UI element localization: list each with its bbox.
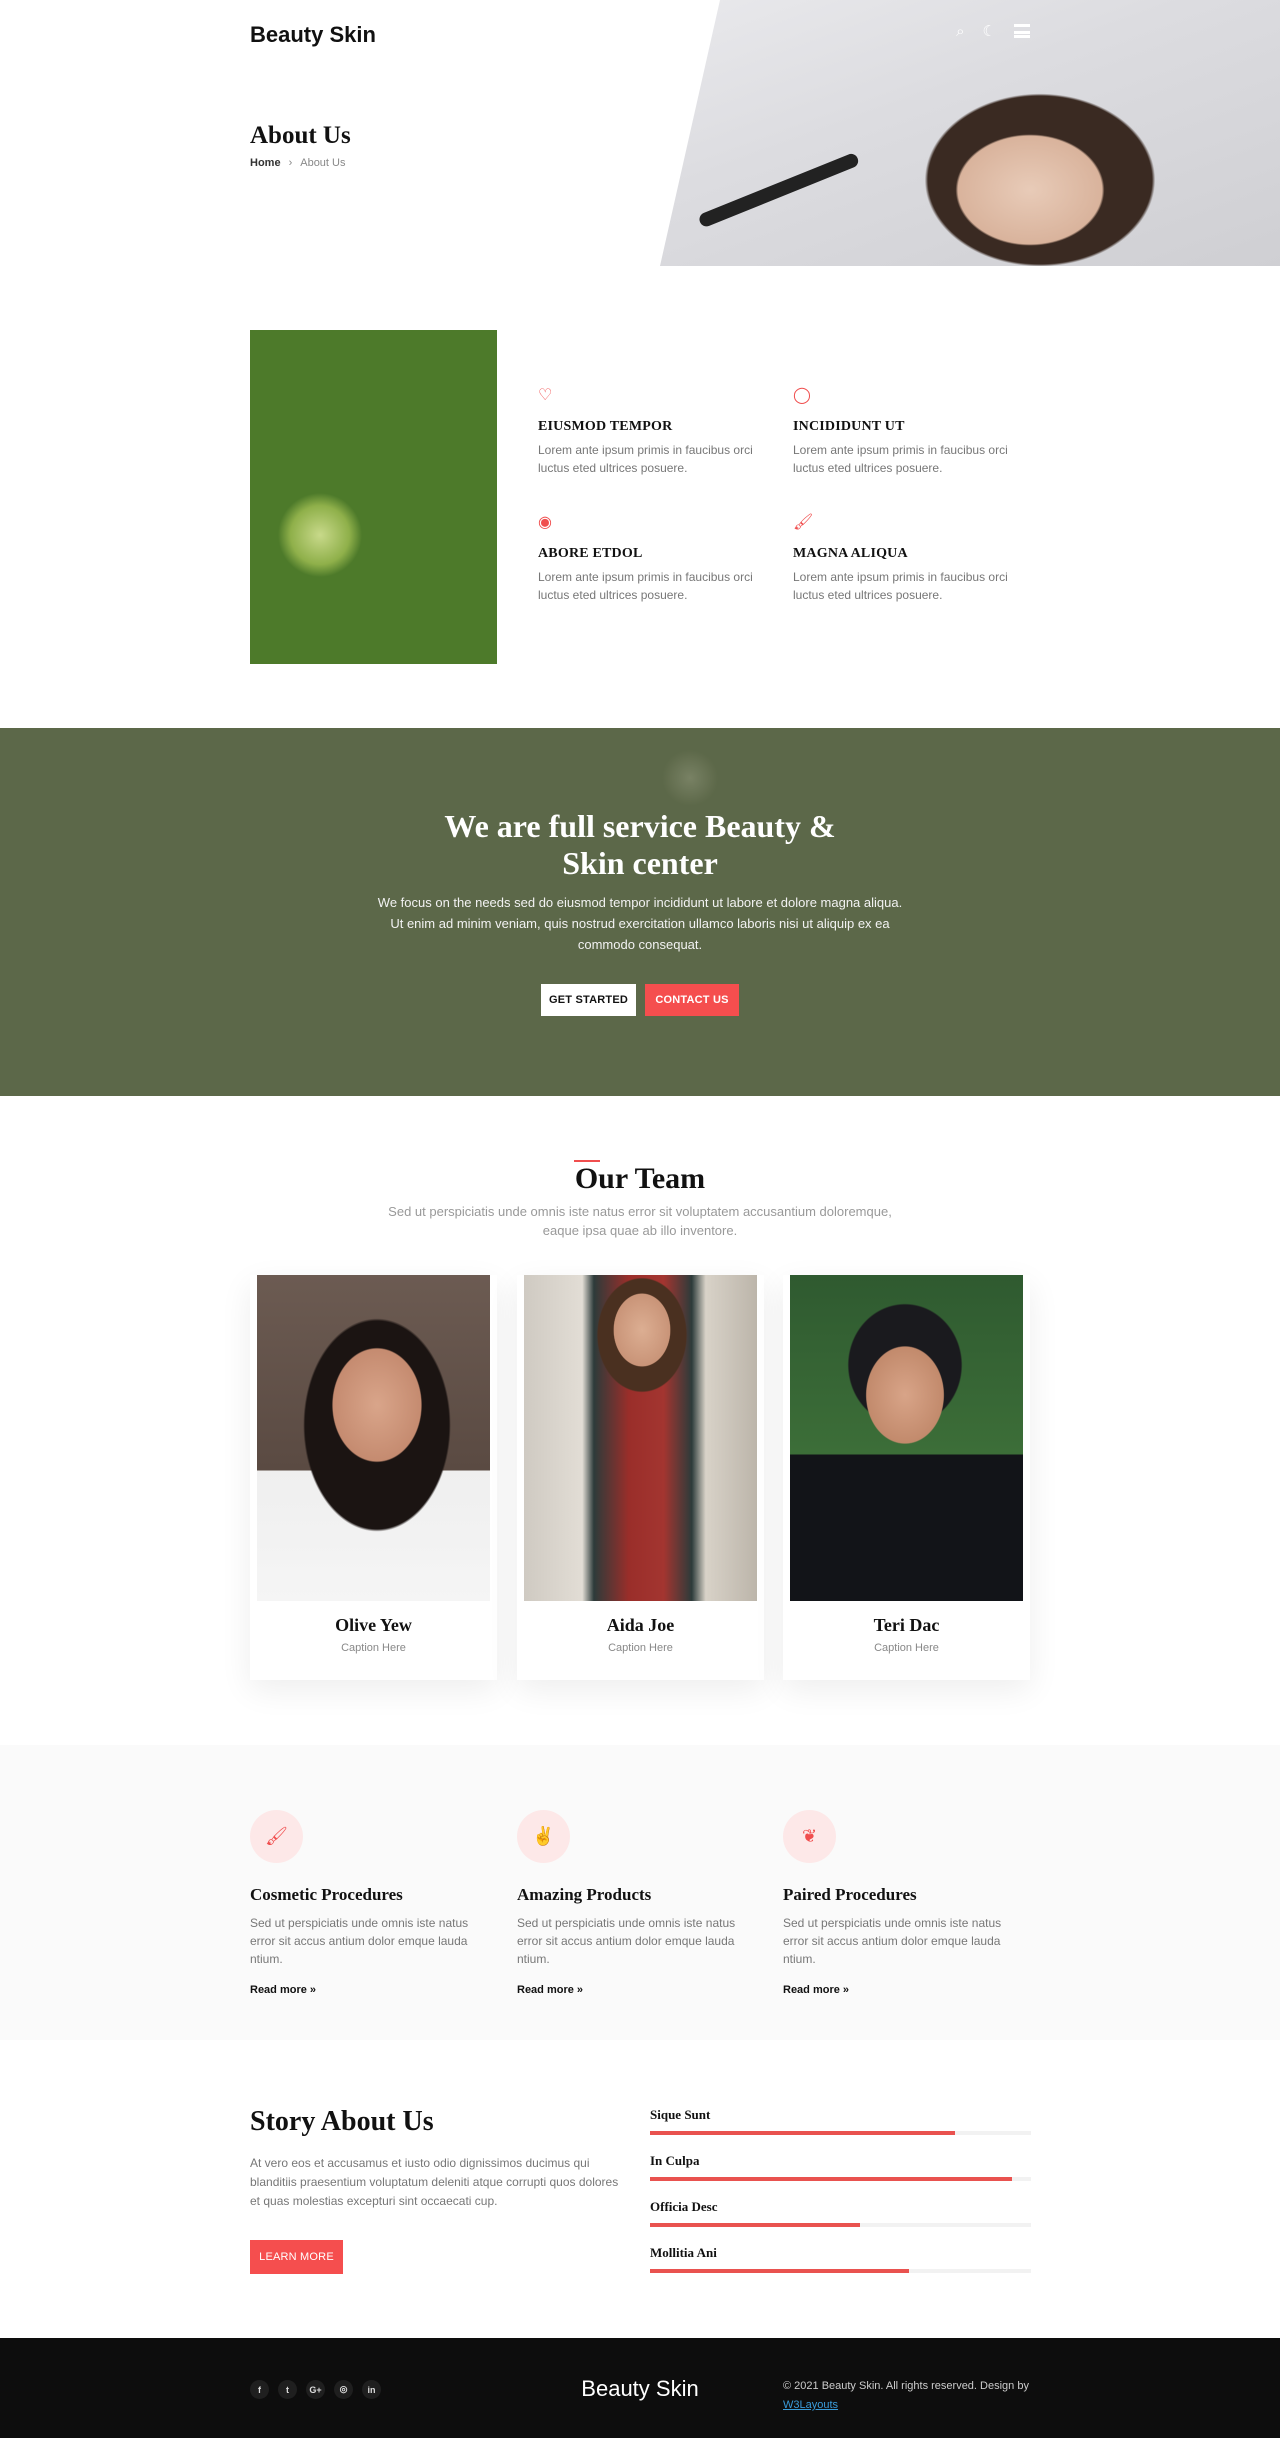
service-text: Sed ut perspiciatis unde omnis iste natu… xyxy=(783,1916,1002,1966)
service-item: ✌ Amazing Products Sed ut perspiciatis und… xyxy=(517,1810,757,1996)
read-more-link[interactable]: Read more » xyxy=(517,1984,757,1996)
about-spa-photo xyxy=(250,330,497,664)
skill-track xyxy=(650,2269,1031,2273)
team-title: Our Team xyxy=(574,1162,706,1195)
skill-bar: Sique Sunt xyxy=(650,2107,1031,2135)
leaf-icon: ❦ xyxy=(783,1810,836,1863)
skill-bar: Officia Desc xyxy=(650,2199,1031,2227)
service-text: Sed ut perspiciatis unde omnis iste natu… xyxy=(250,1916,469,1966)
brush-icon: 🖌 xyxy=(250,1810,303,1863)
page-title: About Us xyxy=(250,122,351,149)
breadcrumb-current: About Us xyxy=(300,157,346,169)
banner-title-line: Skin center xyxy=(562,845,718,881)
service-title: Cosmetic Procedures xyxy=(250,1885,403,1904)
read-more-link[interactable]: Read more » xyxy=(783,1984,1023,1996)
feature-text: Lorem ante ipsum primis in faucibus orci… xyxy=(538,570,753,602)
service-text: Sed ut perspiciatis unde omnis iste natu… xyxy=(517,1916,736,1966)
team-member-caption: Caption Here xyxy=(608,1642,673,1654)
team-card[interactable]: Teri Dac Caption Here xyxy=(783,1275,1030,1680)
team-member-name: Teri Dac xyxy=(873,1615,940,1635)
copyright-text: © 2021 Beauty Skin. All rights reserved.… xyxy=(783,2380,1029,2392)
circle-icon: ◯ xyxy=(793,387,811,404)
skill-label: Sique Sunt xyxy=(650,2107,711,2122)
contact-us-button[interactable]: CONTACT US xyxy=(645,984,739,1016)
feature-item: ◉ ABORE ETDOL Lorem ante ipsum primis in f… xyxy=(538,512,768,604)
read-more-link[interactable]: Read more » xyxy=(250,1984,490,1996)
brush-icon: 🖌 xyxy=(793,514,814,531)
feature-title: EIUSMOD TEMPOR xyxy=(538,419,673,434)
feature-item: 🖌 MAGNA ALIQUA Lorem ante ipsum primis in … xyxy=(793,512,1023,604)
team-subtitle: Sed ut perspiciatis unde omnis iste natu… xyxy=(388,1204,892,1238)
feature-item: ◯ INCIDIDUNT UT Lorem ante ipsum primis in… xyxy=(793,385,1023,477)
skill-fill xyxy=(650,2223,860,2227)
skill-label: Mollitia Ani xyxy=(650,2245,717,2260)
skill-fill xyxy=(650,2131,955,2135)
moon-icon[interactable]: ☾ xyxy=(983,22,996,40)
skill-label: Officia Desc xyxy=(650,2199,718,2214)
peace-hand-icon: ✌ xyxy=(517,1810,570,1863)
feature-text: Lorem ante ipsum primis in faucibus orci… xyxy=(538,443,753,475)
skill-bar: Mollitia Ani xyxy=(650,2245,1031,2273)
breadcrumb-home[interactable]: Home xyxy=(250,157,281,169)
skill-track xyxy=(650,2177,1031,2181)
service-item: ❦ Paired Procedures Sed ut perspiciatis un… xyxy=(783,1810,1023,1996)
team-card[interactable]: Olive Yew Caption Here xyxy=(250,1275,497,1680)
team-card[interactable]: Aida Joe Caption Here xyxy=(517,1275,764,1680)
service-title: Paired Procedures xyxy=(783,1885,917,1904)
feature-text: Lorem ante ipsum primis in faucibus orci… xyxy=(793,570,1008,602)
footer: f t G+ ◎ in Beauty Skin © 2021 Beauty Skin. … xyxy=(0,2338,1280,2438)
banner-title-line: We are full service Beauty & xyxy=(444,808,836,844)
feature-text: Lorem ante ipsum primis in faucibus orci… xyxy=(793,443,1008,475)
team-member-caption: Caption Here xyxy=(874,1642,939,1654)
story-text: At vero eos et accusamus et iusto odio d… xyxy=(250,2156,619,2208)
skill-bar: In Culpa xyxy=(650,2153,1031,2181)
banner-section: We are full service Beauty & Skin center… xyxy=(0,728,1280,1096)
copyright: © 2021 Beauty Skin. All rights reserved.… xyxy=(783,2377,1029,2415)
story-title: Story About Us xyxy=(250,2106,434,2137)
skill-fill xyxy=(650,2177,1012,2181)
skill-track xyxy=(650,2223,1031,2227)
skill-fill xyxy=(650,2269,910,2273)
get-started-button[interactable]: GET STARTED xyxy=(541,984,636,1016)
chevron-right-icon: › xyxy=(288,157,293,169)
hero-section: Beauty Skin ⌕ ☾ About Us Home › About Us xyxy=(0,0,1280,266)
heart-icon: ♡ xyxy=(538,387,553,404)
team-member-caption: Caption Here xyxy=(341,1642,406,1654)
feature-item: ♡ EIUSMOD TEMPOR Lorem ante ipsum primis i… xyxy=(538,385,768,477)
learn-more-button[interactable]: LEARN MORE xyxy=(250,2240,343,2274)
menu-icon[interactable] xyxy=(1014,24,1030,38)
team-member-photo xyxy=(524,1275,757,1601)
service-title: Amazing Products xyxy=(517,1885,652,1904)
team-member-photo xyxy=(790,1275,1023,1601)
search-icon[interactable]: ⌕ xyxy=(956,23,964,40)
service-item: 🖌 Cosmetic Procedures Sed ut perspiciatis … xyxy=(250,1810,490,1996)
skill-label: In Culpa xyxy=(650,2153,700,2168)
banner-text: We focus on the needs sed do eiusmod tem… xyxy=(377,895,903,952)
team-member-name: Olive Yew xyxy=(335,1615,412,1635)
designer-link[interactable]: W3Layouts xyxy=(783,2399,838,2411)
feature-title: ABORE ETDOL xyxy=(538,546,643,561)
skill-track xyxy=(650,2131,1031,2135)
services-section: 🖌 Cosmetic Procedures Sed ut perspiciatis … xyxy=(0,1745,1280,2040)
team-member-photo xyxy=(257,1275,490,1601)
footer-logo[interactable]: Beauty Skin xyxy=(0,2376,1280,2402)
site-logo[interactable]: Beauty Skin xyxy=(250,22,376,48)
header-icons: ⌕ ☾ xyxy=(956,22,1030,40)
banner-title: We are full service Beauty & Skin center xyxy=(0,808,1280,882)
feature-title: MAGNA ALIQUA xyxy=(793,546,908,561)
feature-title: INCIDIDUNT UT xyxy=(793,419,905,434)
eye-icon: ◉ xyxy=(538,514,552,531)
team-member-name: Aida Joe xyxy=(606,1615,675,1635)
breadcrumb: Home › About Us xyxy=(250,157,345,169)
